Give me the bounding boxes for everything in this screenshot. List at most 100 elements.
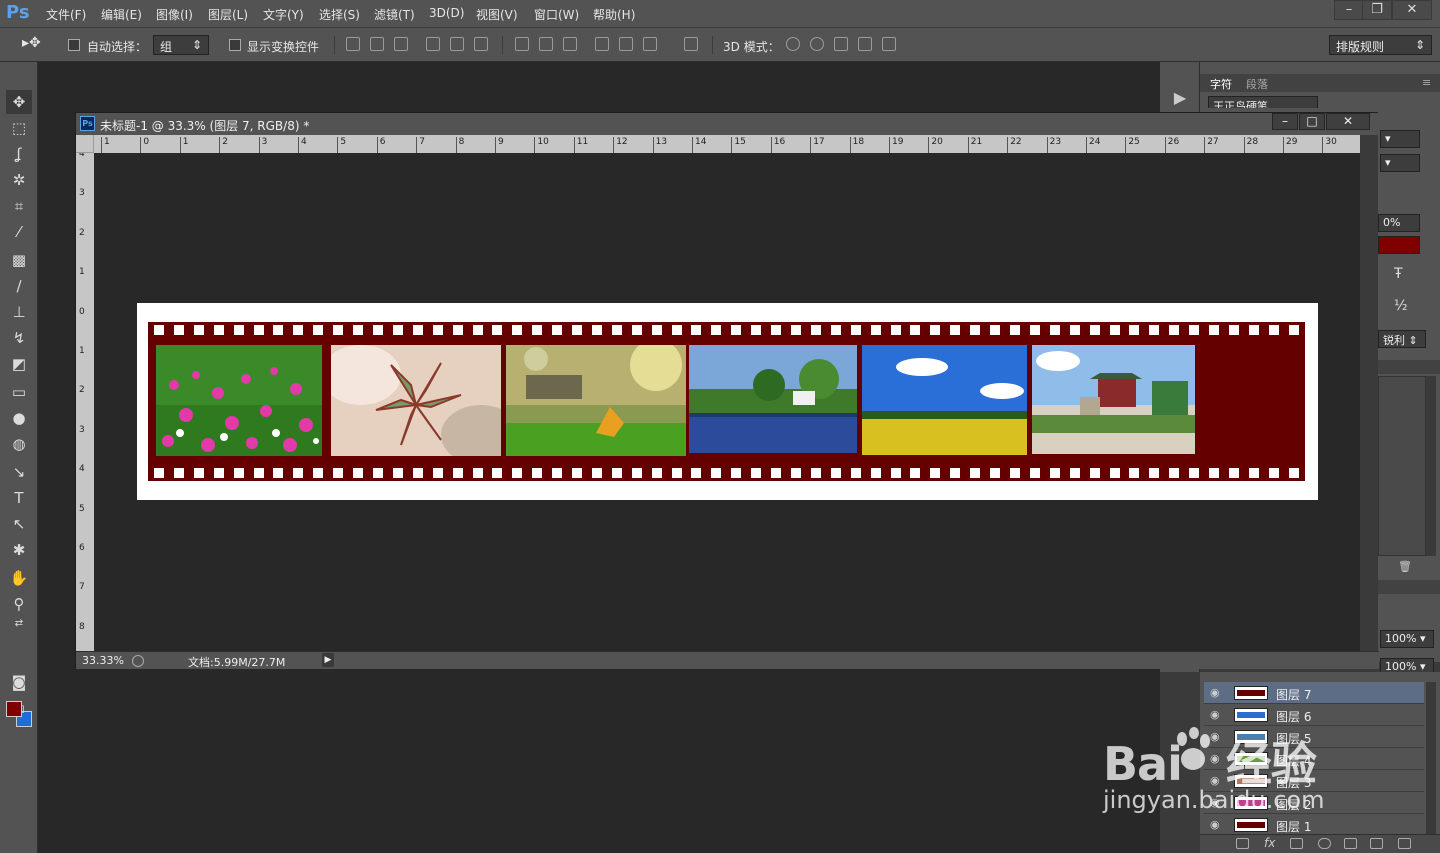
type-tool-icon[interactable]: T (6, 486, 32, 510)
font-size-dropdown[interactable]: ▾ (1380, 130, 1420, 148)
align-top-icon[interactable] (346, 37, 360, 51)
align-right-icon[interactable] (474, 37, 488, 51)
history-brush-tool-icon[interactable]: ↯ (6, 326, 32, 350)
auto-select-dropdown[interactable]: 组 ⇕ (153, 35, 209, 55)
new-group-icon[interactable] (1344, 838, 1357, 849)
distribute-top-icon[interactable] (515, 37, 529, 51)
3d-slide-icon[interactable] (858, 37, 872, 51)
lasso-tool-icon[interactable]: ʆ (6, 142, 32, 166)
delete-layer-icon[interactable] (1398, 838, 1411, 849)
zoom-level[interactable]: 33.33% (82, 654, 124, 667)
foreground-color-swatch[interactable] (6, 701, 22, 717)
adjustment-layer-icon[interactable] (1318, 838, 1331, 849)
auto-align-icon[interactable] (684, 37, 698, 51)
leading-dropdown[interactable]: ▾ (1380, 154, 1420, 172)
doc-minimize-button[interactable]: – (1272, 113, 1298, 130)
menu-file[interactable]: 文件(F) (46, 6, 86, 23)
doc-restore-button[interactable]: □ (1299, 113, 1325, 130)
swap-colors-icon[interactable]: ⇄ (6, 615, 32, 633)
eyedropper-tool-icon[interactable]: ⁄ (6, 220, 32, 244)
hand-tool-icon[interactable]: ✋ (6, 566, 32, 590)
text-color-swatch[interactable] (1378, 236, 1420, 254)
menu-type[interactable]: 文字(Y) (263, 6, 304, 23)
menu-image[interactable]: 图像(I) (156, 6, 193, 23)
horizontal-ruler[interactable]: 1 0 1 2 3 4 5 6 7 8 9 10 11 12 13 14 15 16 17 18 19 20 21 22 23 2… (94, 135, 1360, 153)
distribute-vcenter-icon[interactable] (539, 37, 553, 51)
3d-scale-icon[interactable] (882, 37, 896, 51)
play-icon[interactable]: ▶ (1168, 88, 1192, 108)
app-restore-button[interactable]: ❐ (1362, 0, 1392, 20)
clone-stamp-tool-icon[interactable]: ⊥ (6, 300, 32, 324)
show-transform-checkbox[interactable] (229, 39, 241, 51)
proof-setup-icon[interactable] (132, 655, 144, 667)
magic-wand-tool-icon[interactable]: ✲ (6, 168, 32, 192)
crop-tool-icon[interactable]: ⌗ (6, 194, 32, 218)
layers-scrollbar[interactable] (1426, 682, 1436, 834)
3d-rotate-icon[interactable] (786, 37, 800, 51)
layer-row[interactable]: ◉ 图层 1 (1204, 814, 1424, 836)
eye-icon[interactable]: ◉ (1210, 819, 1222, 831)
panel-scrollbar[interactable] (1426, 376, 1436, 556)
tab-paragraph[interactable]: 段落 (1246, 76, 1268, 92)
tab-character[interactable]: 字符 (1210, 76, 1232, 92)
eye-icon[interactable]: ◉ (1210, 709, 1222, 721)
strikethrough-icon[interactable]: Ŧ (1394, 266, 1403, 282)
menu-select[interactable]: 选择(S) (319, 6, 360, 23)
align-bottom-icon[interactable] (394, 37, 408, 51)
app-close-button[interactable]: ✕ (1392, 0, 1432, 20)
app-minimize-button[interactable]: – (1334, 0, 1364, 20)
menu-window[interactable]: 窗口(W) (534, 6, 579, 23)
panel-menu-icon[interactable]: ≡ (1422, 76, 1431, 89)
marquee-tool-icon[interactable]: ⬚ (6, 116, 32, 140)
dodge-tool-icon[interactable]: ◍ (6, 432, 32, 456)
font-family-field[interactable]: 王正鸟硬笔 (1208, 96, 1318, 108)
zoom-tool-icon[interactable]: ⚲ (6, 592, 32, 616)
move-tool-icon[interactable]: ✥ (6, 90, 32, 114)
menu-filter[interactable]: 滤镜(T) (374, 6, 415, 23)
gradient-tool-icon[interactable]: ▭ (6, 380, 32, 404)
layer-row[interactable]: ◉ 图层 7 (1204, 682, 1424, 704)
film-strip[interactable] (148, 322, 1305, 481)
eraser-tool-icon[interactable]: ◩ (6, 352, 32, 376)
link-layers-icon[interactable] (1236, 838, 1249, 849)
3d-drag-icon[interactable] (834, 37, 848, 51)
shape-tool-icon[interactable]: ✱ (6, 538, 32, 562)
align-vcenter-icon[interactable] (370, 37, 384, 51)
status-menu-arrow-icon[interactable]: ▶ (322, 653, 334, 667)
trash-icon[interactable]: 🗑 (1398, 560, 1412, 573)
auto-select-checkbox[interactable] (68, 39, 80, 51)
menu-view[interactable]: 视图(V) (476, 6, 518, 23)
layer-row[interactable]: ◉ 图层 6 (1204, 704, 1424, 726)
align-hcenter-icon[interactable] (450, 37, 464, 51)
blur-tool-icon[interactable]: ● (6, 406, 32, 430)
healing-brush-tool-icon[interactable]: ▩ (6, 248, 32, 272)
document-tab[interactable]: Ps 未标题-1 @ 33.3% (图层 7, RGB/8) * – □ ✕ (76, 113, 1379, 135)
vertical-scrollbar[interactable] (1360, 135, 1378, 651)
eye-icon[interactable]: ◉ (1210, 687, 1222, 699)
tracking-field[interactable]: 0% (1378, 214, 1420, 232)
distribute-bottom-icon[interactable] (563, 37, 577, 51)
distribute-left-icon[interactable] (595, 37, 609, 51)
antialias-dropdown[interactable]: 锐利 ⇕ (1378, 330, 1426, 348)
new-layer-icon[interactable] (1370, 838, 1383, 849)
3d-roll-icon[interactable] (810, 37, 824, 51)
distribute-hcenter-icon[interactable] (619, 37, 633, 51)
vertical-scale-field[interactable]: 100% ▾ (1380, 630, 1434, 648)
fx-icon[interactable]: fx (1264, 836, 1275, 850)
distribute-right-icon[interactable] (643, 37, 657, 51)
menu-layer[interactable]: 图层(L) (208, 6, 248, 23)
menu-help[interactable]: 帮助(H) (593, 6, 635, 23)
canvas-area[interactable] (94, 153, 1360, 651)
align-left-icon[interactable] (426, 37, 440, 51)
brush-tool-icon[interactable]: ∕ (6, 274, 32, 298)
path-selection-tool-icon[interactable]: ↖ (6, 512, 32, 536)
menu-3d[interactable]: 3D(D) (429, 6, 464, 20)
artboard[interactable] (137, 303, 1318, 500)
ruler-origin[interactable] (76, 135, 94, 153)
move-tool-preset-icon[interactable]: ▸✥ (22, 35, 41, 51)
fraction-icon[interactable]: ½ (1394, 298, 1408, 314)
menu-edit[interactable]: 编辑(E) (101, 6, 142, 23)
doc-close-button[interactable]: ✕ (1326, 113, 1370, 130)
workspace-dropdown[interactable]: 排版规则 ⇕ (1329, 35, 1432, 55)
pen-tool-icon[interactable]: ↘ (6, 460, 32, 484)
